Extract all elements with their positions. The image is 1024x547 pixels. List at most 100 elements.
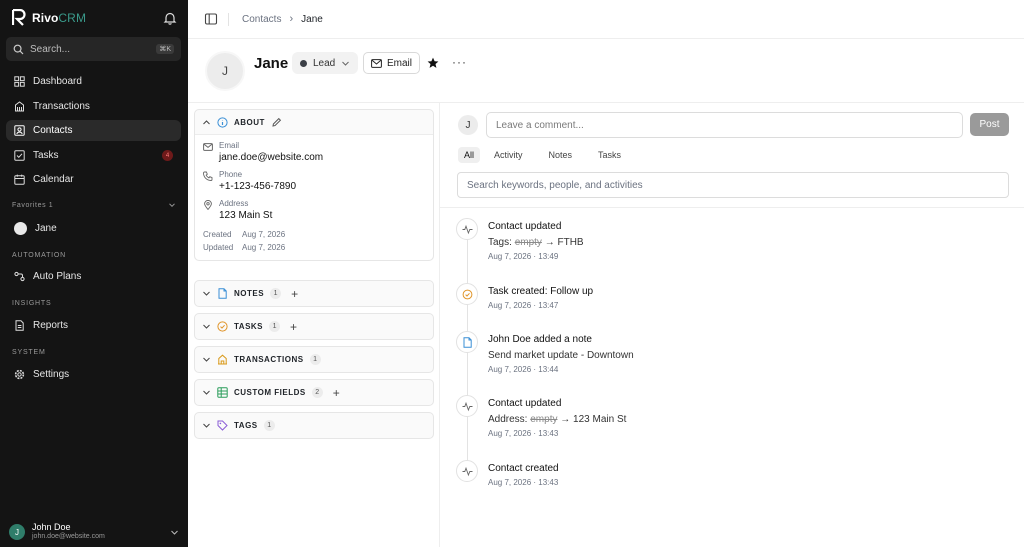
- comment-avatar: J: [458, 115, 478, 135]
- section-label-system: SYSTEM: [12, 349, 46, 356]
- nav-label: Settings: [33, 369, 70, 380]
- tags-header[interactable]: TAGS 1: [195, 413, 433, 438]
- user-avatar: J: [9, 524, 25, 540]
- search-box[interactable]: Search... ⌘K: [6, 37, 181, 61]
- transactions-header[interactable]: TRANSACTIONS 1: [195, 347, 433, 372]
- phone-icon: [203, 171, 213, 181]
- brand[interactable]: RivoCRM: [12, 9, 86, 26]
- email-button-label: Email: [387, 57, 413, 69]
- nav-label: Jane: [35, 223, 57, 234]
- chevron-down-icon: [169, 203, 175, 208]
- user-info: John Doe john.doe@website.com: [32, 522, 163, 542]
- event-detail: Send market update - Downtown: [488, 350, 634, 361]
- mail-icon: [371, 58, 382, 68]
- report-icon: [15, 320, 24, 331]
- event-body: Contact updated Tags: empty → FTHB Aug 7…: [488, 220, 988, 262]
- address-value[interactable]: 123 Main St: [219, 209, 272, 222]
- tasks-section: TASKS 1 +: [194, 313, 434, 340]
- comment-input[interactable]: [486, 112, 963, 138]
- notes-header[interactable]: NOTES 1 +: [195, 281, 433, 306]
- tab-all[interactable]: All: [458, 147, 481, 163]
- pencil-icon[interactable]: [271, 117, 282, 128]
- search-shortcut: ⌘K: [156, 44, 174, 54]
- note-icon: [218, 288, 227, 299]
- event-icon: [456, 395, 478, 417]
- feed-divider: [440, 207, 1024, 208]
- event-time: Aug 7, 2026 · 13:49: [488, 252, 559, 261]
- breadcrumb-current: Jane: [301, 13, 323, 25]
- event-body: Contact created Aug 7, 2026 · 13:43: [488, 462, 988, 488]
- created-value: Aug 7, 2026: [242, 230, 286, 239]
- about-title: ABOUT: [234, 117, 265, 127]
- bell-icon[interactable]: [163, 11, 177, 25]
- nav-item-transactions[interactable]: Transactions: [6, 96, 181, 117]
- favorites-header[interactable]: Favorites 1: [12, 201, 176, 209]
- phone-label: Phone: [219, 170, 243, 179]
- nav-item-reports[interactable]: Reports: [6, 315, 181, 336]
- event-title: Task created: Follow up: [488, 286, 594, 297]
- contact-header: J Jane Lead Email ···: [188, 39, 1024, 103]
- created-label: Created: [203, 230, 232, 239]
- breadcrumb: Contacts › Jane: [242, 13, 323, 25]
- nav-item-auto-plans[interactable]: Auto Plans: [6, 266, 181, 287]
- post-button[interactable]: Post: [970, 113, 1009, 136]
- info-icon: [217, 116, 228, 128]
- add-note-button[interactable]: +: [291, 288, 298, 300]
- nav-item-calendar[interactable]: Calendar: [6, 169, 181, 190]
- chevron-down-icon: [171, 530, 178, 535]
- checkbox-icon: [14, 150, 25, 161]
- nav-item-settings[interactable]: Settings: [6, 364, 181, 385]
- tasks-badge: 4: [162, 150, 173, 161]
- nav-item-contacts[interactable]: Contacts: [6, 120, 181, 141]
- transactions-title: TRANSACTIONS: [234, 355, 304, 364]
- activity-search-input[interactable]: [457, 172, 1009, 198]
- event-title: Contact updated: [488, 221, 562, 232]
- nav-item-tasks[interactable]: Tasks 4: [6, 145, 181, 166]
- status-dot-icon: [300, 59, 307, 67]
- email-field: Email jane.doe@website.com: [203, 141, 425, 164]
- user-email: john.doe@website.com: [32, 533, 105, 540]
- email-value[interactable]: jane.doe@website.com: [219, 151, 323, 164]
- building-icon: [15, 101, 24, 112]
- tab-tasks[interactable]: Tasks: [592, 147, 627, 163]
- updated-row: Updated Aug 7, 2026: [203, 241, 425, 254]
- add-task-button[interactable]: +: [290, 321, 297, 333]
- star-icon[interactable]: [427, 57, 439, 69]
- custom-fields-section: CUSTOM FIELDS 2 +: [194, 379, 434, 406]
- topbar-divider: [228, 13, 229, 26]
- user-menu[interactable]: J John Doe john.doe@website.com: [0, 517, 188, 547]
- transactions-section: TRANSACTIONS 1: [194, 346, 434, 373]
- brand-name: RivoCRM: [32, 10, 87, 25]
- nav-item-dashboard[interactable]: Dashboard: [6, 71, 181, 92]
- favorite-item-jane[interactable]: Jane: [6, 218, 181, 239]
- about-header[interactable]: ABOUT: [195, 110, 433, 134]
- tags-count: 1: [263, 420, 275, 431]
- status-label: Lead: [313, 57, 336, 69]
- note-icon: [463, 336, 472, 348]
- created-row: Created Aug 7, 2026: [203, 228, 425, 241]
- table-icon: [217, 387, 228, 398]
- add-custom-field-button[interactable]: +: [333, 387, 340, 399]
- tab-activity[interactable]: Activity: [488, 147, 529, 163]
- chevron-down-icon: [203, 423, 210, 428]
- chevron-down-icon: [203, 390, 210, 395]
- event-icon: [456, 283, 478, 305]
- flow-icon: [14, 271, 25, 282]
- tags-section: TAGS 1: [194, 412, 434, 439]
- breadcrumb-contacts[interactable]: Contacts: [242, 14, 281, 25]
- event-body: Task created: Follow up Aug 7, 2026 · 13…: [488, 285, 988, 311]
- logo-icon: [12, 9, 26, 26]
- more-options-button[interactable]: ···: [452, 55, 467, 69]
- status-dropdown[interactable]: Lead: [292, 52, 359, 74]
- phone-value[interactable]: +1-123-456-7890: [219, 180, 296, 193]
- activity-column: J Post All Activity Notes Tasks Contact …: [440, 103, 1024, 547]
- custom-fields-count: 2: [311, 387, 323, 398]
- custom-fields-header[interactable]: CUSTOM FIELDS 2 +: [195, 380, 433, 405]
- tasks-header[interactable]: TASKS 1 +: [195, 314, 433, 339]
- notes-count: 1: [270, 288, 282, 299]
- tab-notes[interactable]: Notes: [543, 147, 579, 163]
- sidebar-toggle-icon[interactable]: [204, 12, 218, 26]
- tags-title: TAGS: [234, 421, 258, 430]
- email-button[interactable]: Email: [363, 52, 421, 74]
- activity-pulse-icon: [462, 224, 472, 234]
